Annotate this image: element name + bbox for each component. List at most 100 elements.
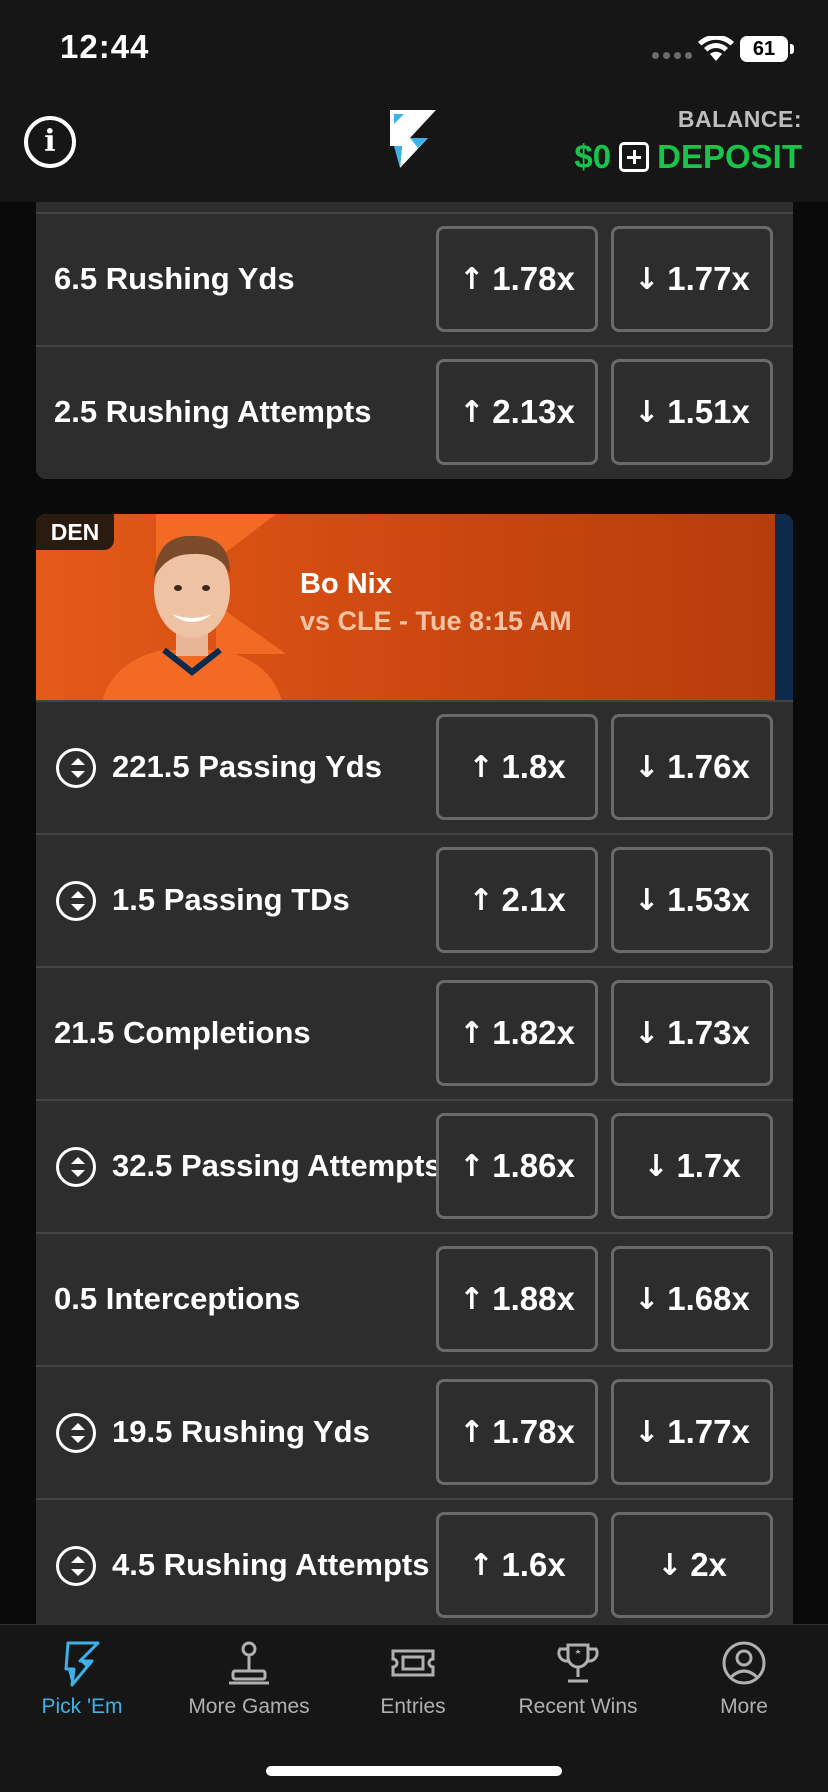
under-button[interactable]: ↓ 1.7x [611,1113,773,1219]
under-button[interactable]: ↓ 1.76x [611,714,773,820]
nav-item-more-games[interactable]: More Games [174,1639,324,1719]
nav-item-pick-em[interactable]: Pick 'Em [7,1639,157,1719]
nav-label: Pick 'Em [41,1695,123,1718]
over-button[interactable]: ↑ 1.88x [436,1246,598,1352]
over-odds: 1.82x [492,1014,575,1051]
status-bar: 12:44 61 [0,0,828,98]
under-button[interactable]: ↓ 1.77x [611,226,773,332]
over-odds: 2.1x [501,881,566,918]
app-logo [390,110,436,168]
battery-icon: 61 [740,36,794,62]
nav-label: Entries [380,1695,446,1718]
arrow-down-icon: ↓ [634,1015,660,1051]
over-odds: 1.78x [492,260,575,297]
plus-icon[interactable] [619,142,650,172]
under-button[interactable]: ↓ 2x [611,1512,773,1618]
under-odds: 1.51x [667,393,750,430]
arrow-down-icon: ↓ [657,1547,683,1583]
bolt-icon [64,1641,100,1687]
under-button[interactable]: ↓ 1.77x [611,1379,773,1485]
nav-item-entries[interactable]: Entries [338,1639,488,1719]
under-button[interactable]: ↓ 1.68x [611,1246,773,1352]
under-odds: 1.77x [667,1413,750,1450]
over-button[interactable]: ↑ 1.78x [436,226,598,332]
user-circle-icon [722,1641,766,1685]
prop-label: 0.5 Interceptions [54,1281,301,1317]
prop-label: 4.5 Rushing Attempts [112,1547,430,1583]
over-button[interactable]: ↑ 2.13x [436,359,598,465]
prop-row: 21.5 Completions ↑ 1.82x ↓ 1.73x [36,966,793,1099]
sort-icon[interactable] [56,1546,96,1586]
arrow-down-icon: ↓ [634,261,660,297]
over-button[interactable]: ↑ 2.1x [436,847,598,953]
player-card: 6.5 Rushing Yds ↑ 1.78x ↓ 1.77x 2.5 Rushin… [36,202,793,479]
arrow-down-icon: ↓ [634,749,660,785]
over-button[interactable]: ↑ 1.86x [436,1113,598,1219]
nav-item-more[interactable]: More [669,1639,819,1719]
nav-label: More [720,1695,768,1718]
arrow-up-icon: ↑ [459,1148,485,1184]
under-odds: 2x [690,1546,727,1583]
team-badge: DEN [36,514,114,550]
sort-icon[interactable] [56,1147,96,1187]
home-indicator[interactable] [266,1766,562,1776]
team-color-stripe [775,514,793,700]
over-odds: 1.8x [501,748,566,785]
sort-icon[interactable] [56,881,96,921]
balance-label: BALANCE: [677,106,802,132]
under-odds: 1.73x [667,1014,750,1051]
nav-label: More Games [188,1695,310,1718]
prop-label: 1.5 Passing TDs [112,882,350,918]
under-button[interactable]: ↓ 1.53x [611,847,773,953]
over-odds: 1.78x [492,1413,575,1450]
prop-label: 21.5 Completions [54,1015,311,1051]
prop-row: 32.5 Passing Attempts ↑ 1.86x ↓ 1.7x [36,1099,793,1232]
prop-row: 4.5 Rushing Attempts ↑ 1.6x ↓ 2x [36,1498,793,1624]
player-photo [102,535,282,700]
arrow-up-icon: ↑ [468,882,494,918]
over-odds: 1.86x [492,1147,575,1184]
sort-icon[interactable] [56,748,96,788]
under-odds: 1.77x [667,260,750,297]
player-banner[interactable]: DEN Bo Nix vs CLE - Tue 8:15 AM [36,514,793,700]
under-button[interactable]: ↓ 1.73x [611,980,773,1086]
prop-row: 2.5 Rushing Attempts ↑ 2.13x ↓ 1.51x [36,345,793,478]
info-button[interactable]: i [24,116,76,168]
sort-icon[interactable] [56,1413,96,1453]
over-button[interactable]: ↑ 1.8x [436,714,598,820]
player-name: Bo Nix [300,568,392,600]
prop-row: 1.5 Passing TDs ↑ 2.1x ↓ 1.53x [36,833,793,966]
deposit-button[interactable]: DEPOSIT [657,138,802,176]
over-button[interactable]: ↑ 1.6x [436,1512,598,1618]
over-odds: 2.13x [492,393,575,430]
nav-item-recent-wins[interactable]: Recent Wins [503,1639,653,1719]
arrow-down-icon: ↓ [634,394,660,430]
nav-label: Recent Wins [518,1695,638,1718]
under-odds: 1.7x [676,1147,741,1184]
prop-label: 221.5 Passing Yds [112,749,382,785]
under-odds: 1.68x [667,1280,750,1317]
prop-label: 19.5 Rushing Yds [112,1414,370,1450]
arrow-up-icon: ↑ [468,1547,494,1583]
arrow-up-icon: ↑ [468,749,494,785]
arrow-up-icon: ↑ [459,261,485,297]
joystick-icon [229,1641,269,1685]
over-button[interactable]: ↑ 1.78x [436,1379,598,1485]
arrow-down-icon: ↓ [634,1414,660,1450]
prop-label: 32.5 Passing Attempts [112,1148,442,1184]
app-header: i BALANCE: $0 DEPOSIT [0,98,828,202]
under-odds: 1.53x [667,881,750,918]
over-odds: 1.88x [492,1280,575,1317]
props-list[interactable]: 6.5 Rushing Yds ↑ 1.78x ↓ 1.77x 2.5 Rushin… [0,202,828,1624]
prop-row: 19.5 Rushing Yds ↑ 1.78x ↓ 1.77x [36,1365,793,1498]
arrow-up-icon: ↑ [459,394,485,430]
over-button[interactable]: ↑ 1.82x [436,980,598,1086]
status-time: 12:44 [60,28,150,65]
prop-row: 6.5 Rushing Yds ↑ 1.78x ↓ 1.77x [36,212,793,345]
under-button[interactable]: ↓ 1.51x [611,359,773,465]
balance-amount: $0 [574,138,612,175]
balance-row: $0 DEPOSIT [574,138,802,176]
over-odds: 1.6x [501,1546,566,1583]
prop-label: 6.5 Rushing Yds [54,261,295,297]
ticket-icon [391,1649,435,1677]
